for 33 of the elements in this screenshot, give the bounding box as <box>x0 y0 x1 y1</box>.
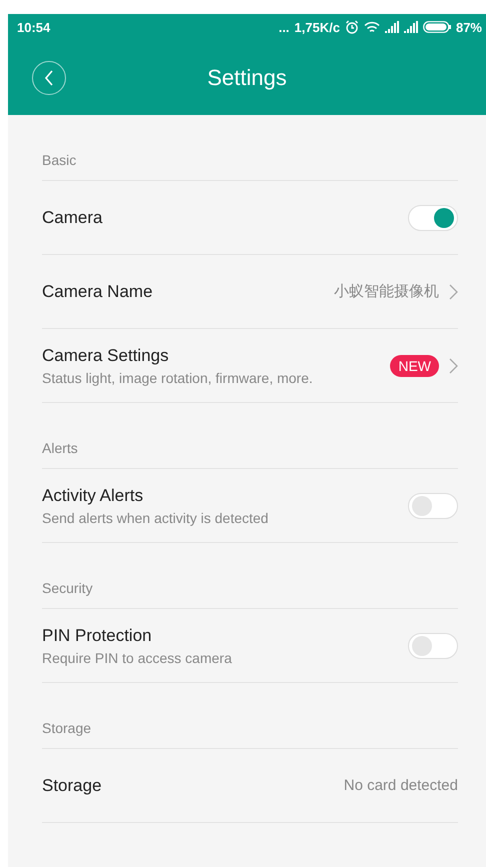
chevron-left-icon <box>44 70 54 86</box>
battery-percent: 87% <box>456 20 482 34</box>
setting-label: PIN Protection <box>42 626 153 646</box>
setting-label: Camera Settings <box>42 346 170 366</box>
setting-description: Require PIN to access camera <box>42 650 233 666</box>
toggle-switch[interactable] <box>408 204 458 230</box>
setting-label: Storage <box>42 776 103 796</box>
toggle-switch[interactable] <box>408 492 458 518</box>
setting-description: Send alerts when activity is detected <box>42 510 270 526</box>
section-header: Security <box>42 580 93 596</box>
chevron-right-icon <box>449 284 458 300</box>
row-value: 小蚁智能摄像机 <box>334 282 439 301</box>
status-dots: ... <box>278 20 290 34</box>
row-value: No card detected <box>344 777 458 794</box>
network-speed: 1,75K/c <box>294 20 340 34</box>
section-header: Basic <box>42 152 76 168</box>
alarm-clock-icon <box>344 20 359 34</box>
status-time: 10:54 <box>17 20 50 34</box>
toggle-switch[interactable] <box>408 632 458 658</box>
wifi-icon <box>364 20 380 34</box>
signal-icon <box>404 21 418 33</box>
setting-label: Activity Alerts <box>42 486 144 506</box>
setting-description: Status light, image rotation, firmware, more. <box>42 370 314 386</box>
back-button[interactable] <box>32 60 66 94</box>
chevron-right-icon <box>449 358 458 374</box>
battery-icon <box>422 21 451 33</box>
new-badge: NEW <box>390 354 439 376</box>
section-header: Alerts <box>42 440 78 456</box>
setting-label: Camera Name <box>42 282 154 302</box>
signal-icon <box>384 21 399 33</box>
section-header: Storage <box>42 720 92 736</box>
setting-label: Camera <box>42 208 104 228</box>
page-title: Settings <box>207 64 287 90</box>
